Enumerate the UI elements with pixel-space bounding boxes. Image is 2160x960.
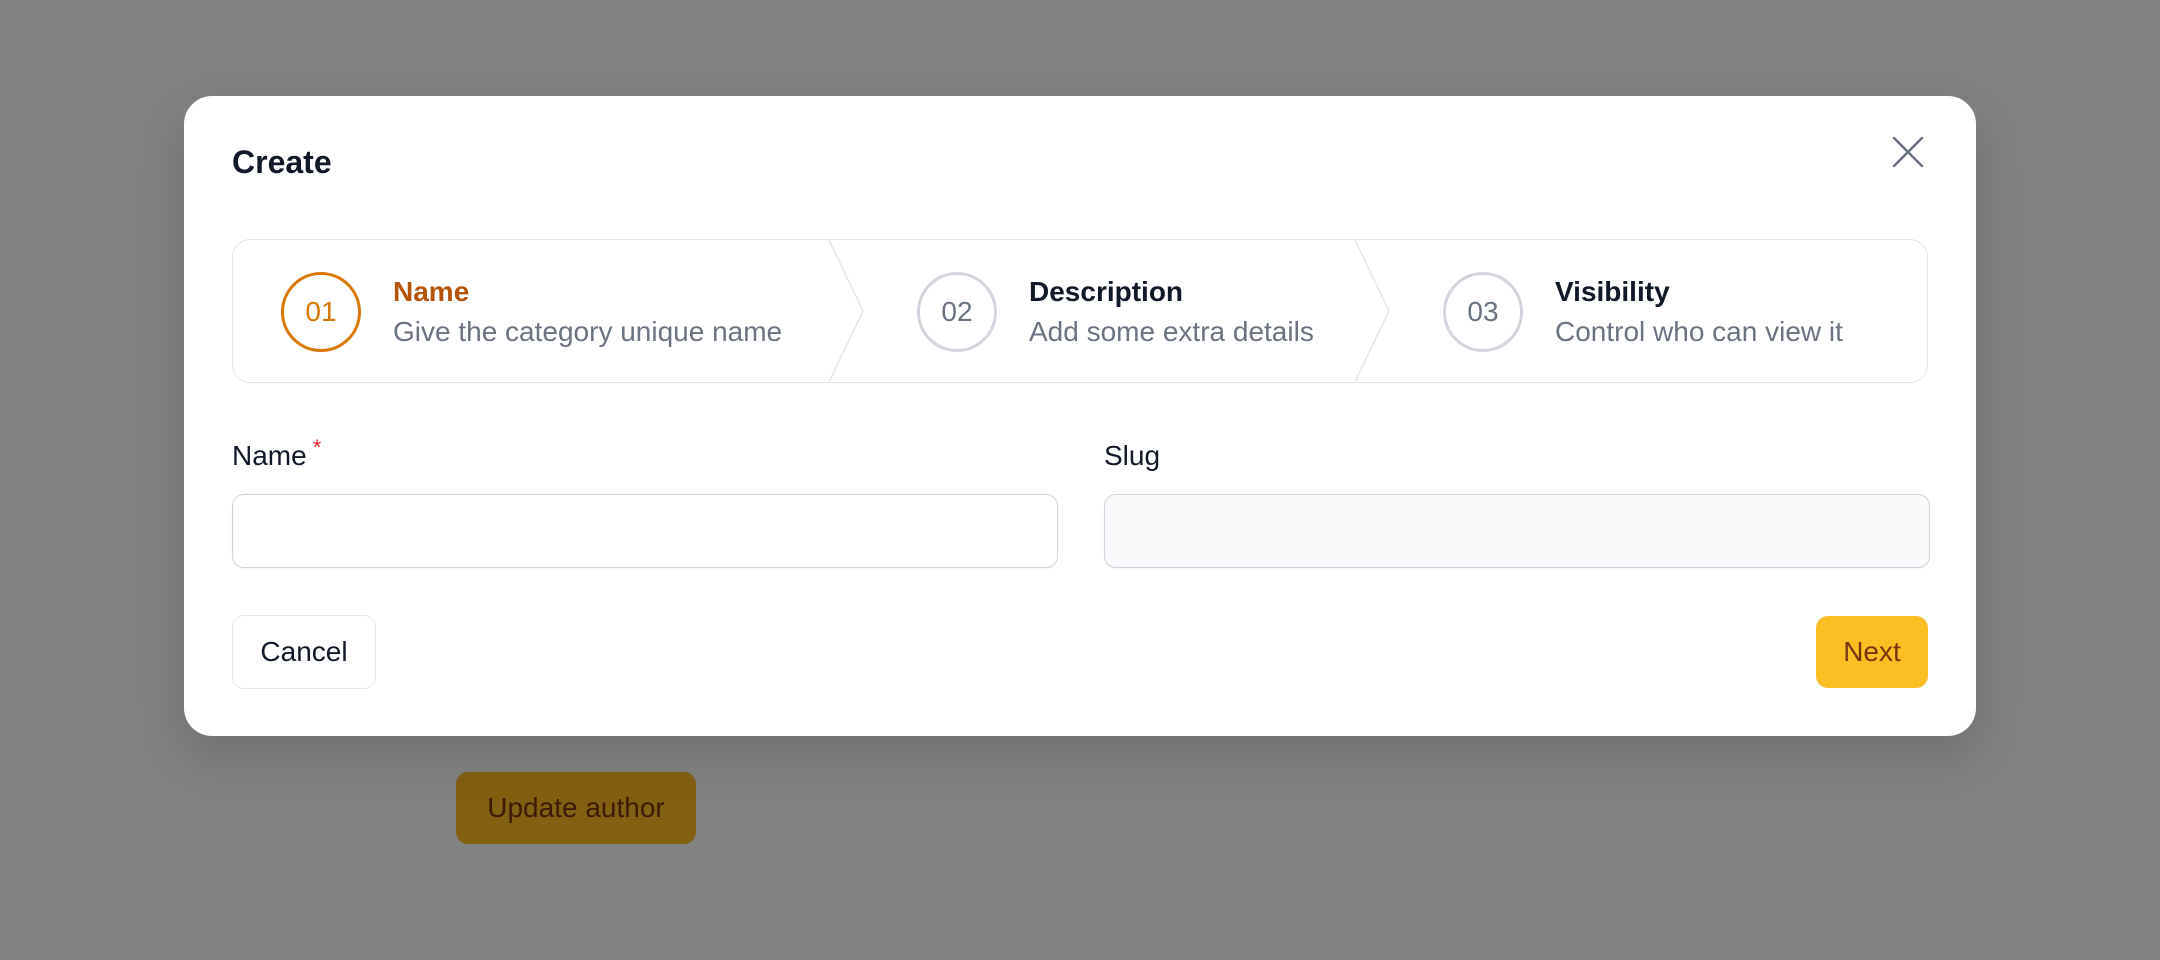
name-field-label: Name * xyxy=(232,435,321,472)
create-modal: Create 01 Name Give the category unique … xyxy=(184,96,1976,736)
step-description: Give the category unique name xyxy=(393,316,783,347)
step-description-text: Add some extra details xyxy=(1029,316,1314,347)
step-name[interactable]: 01 Name Give the category unique name xyxy=(281,240,821,382)
close-button[interactable] xyxy=(1886,130,1930,174)
name-input[interactable] xyxy=(232,494,1058,568)
step-title: Visibility xyxy=(1555,276,1670,307)
step-title: Description xyxy=(1029,276,1184,307)
name-label-text: Name xyxy=(232,440,307,471)
step-number: 01 xyxy=(281,272,361,352)
step-visibility[interactable]: 03 Visibility Control who can view it xyxy=(1443,240,1903,382)
cancel-button[interactable]: Cancel xyxy=(232,615,376,689)
slug-input[interactable] xyxy=(1104,494,1930,568)
next-button[interactable]: Next xyxy=(1816,616,1928,688)
required-indicator: * xyxy=(312,435,322,460)
close-icon xyxy=(1886,130,1930,174)
step-title: Name xyxy=(393,276,470,307)
modal-title: Create xyxy=(232,144,332,180)
step-separator xyxy=(829,240,864,382)
step-number: 03 xyxy=(1443,272,1523,352)
step-description[interactable]: 02 Description Add some extra details xyxy=(917,240,1397,382)
step-separator xyxy=(1355,240,1390,382)
step-number: 02 xyxy=(917,272,997,352)
step-description-text: Control who can view it xyxy=(1555,316,1843,347)
wizard-stepper: 01 Name Give the category unique name 02… xyxy=(232,239,1928,383)
slug-field-label: Slug xyxy=(1104,440,1161,471)
